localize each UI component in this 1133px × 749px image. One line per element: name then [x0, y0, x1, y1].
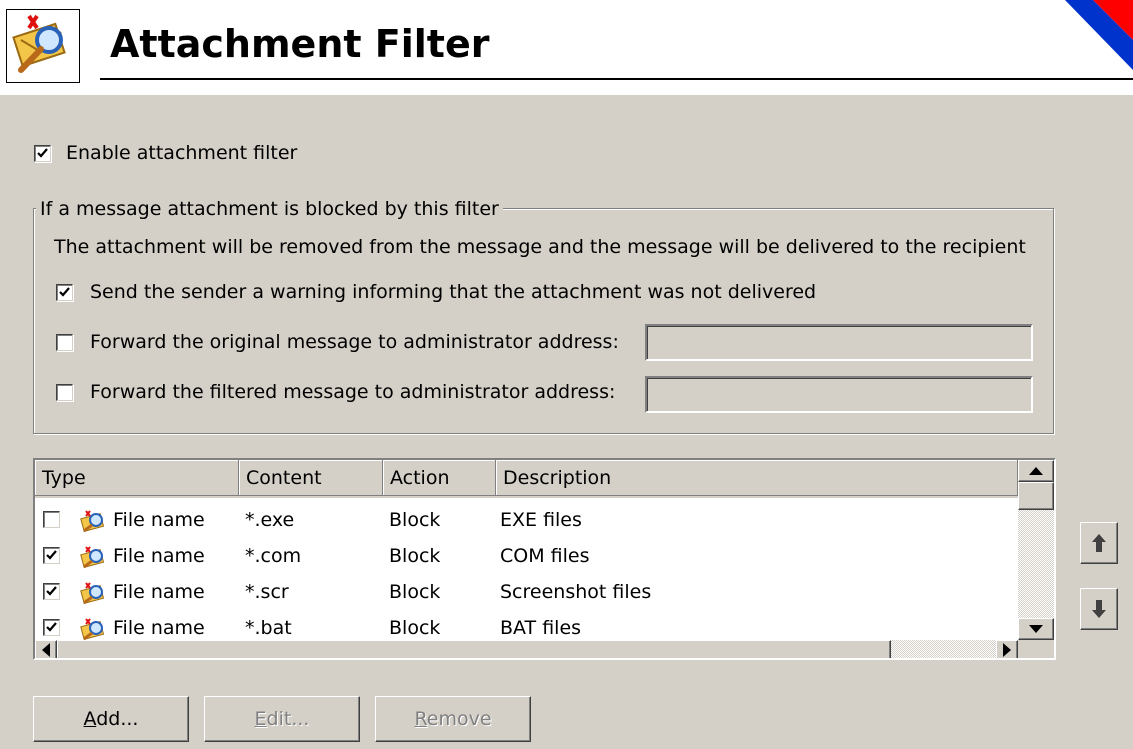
column-header-description[interactable]: Description [496, 460, 1018, 496]
row-checkbox[interactable] [43, 547, 60, 564]
forward-original-label[interactable]: Forward the original message to administ… [90, 331, 619, 353]
remove-button[interactable]: Remove [375, 696, 531, 742]
triangle-up-icon [1029, 467, 1043, 475]
table-row[interactable]: File name *.scr Block Screenshot files [35, 574, 1018, 610]
horizontal-scroll-thumb[interactable] [57, 640, 891, 658]
triangle-left-icon [42, 643, 50, 657]
table-row[interactable]: File name *.com Block COM files [35, 538, 1018, 574]
scroll-left-button[interactable] [35, 640, 57, 658]
blocked-group-legend: If a message attachment is blocked by th… [36, 198, 503, 220]
row-checkbox[interactable] [43, 619, 60, 636]
add-label: dd... [96, 708, 139, 730]
scroll-right-button[interactable] [996, 640, 1018, 658]
table-row[interactable]: File name *.exe Block EXE files [35, 502, 1018, 538]
row-action: Block [389, 581, 441, 603]
row-type: File name [113, 581, 205, 603]
forward-original-checkbox[interactable] [56, 334, 73, 351]
attachment-filter-icon [80, 510, 105, 532]
corner-flag-icon [1065, 0, 1133, 70]
triangle-down-icon [1029, 625, 1043, 633]
attachment-filter-icon [80, 546, 105, 568]
horizontal-scrollbar[interactable] [35, 640, 1018, 658]
forward-filtered-address-field[interactable] [645, 376, 1033, 413]
scroll-up-button[interactable] [1018, 460, 1054, 482]
forward-filtered-label[interactable]: Forward the filtered message to administ… [90, 381, 615, 403]
remove-label: emove [426, 708, 492, 730]
add-mnemonic: A [83, 708, 97, 730]
row-description: EXE files [500, 509, 582, 531]
row-content: *.scr [245, 581, 289, 603]
move-up-button[interactable] [1080, 522, 1118, 564]
triangle-right-icon [1003, 643, 1011, 657]
send-warning-label[interactable]: Send the sender a warning informing that… [90, 281, 816, 303]
column-header-content[interactable]: Content [239, 460, 383, 496]
scrollbar-corner [1018, 640, 1054, 658]
add-button[interactable]: Add... [33, 696, 189, 742]
arrow-down-icon [1092, 600, 1106, 618]
row-type: File name [113, 545, 205, 567]
edit-mnemonic: E [254, 708, 267, 730]
vertical-scrollbar[interactable] [1018, 460, 1054, 640]
row-description: COM files [500, 545, 590, 567]
scroll-thumb[interactable] [1018, 482, 1054, 510]
move-down-button[interactable] [1080, 588, 1118, 630]
edit-label: dit... [266, 708, 310, 730]
row-type: File name [113, 509, 205, 531]
column-header-type[interactable]: Type [35, 460, 239, 496]
filter-list[interactable]: Type Content Action Description File nam… [33, 458, 1056, 660]
enable-filter-checkbox[interactable] [34, 145, 51, 162]
edit-button[interactable]: Edit... [204, 696, 360, 742]
row-content: *.com [245, 545, 302, 567]
row-content: *.exe [245, 509, 295, 531]
forward-original-address-field[interactable] [645, 324, 1033, 361]
page-title: Attachment Filter [110, 22, 490, 66]
blocked-info-text: The attachment will be removed from the … [54, 236, 1026, 258]
row-action: Block [389, 509, 441, 531]
row-action: Block [389, 545, 441, 567]
header-banner: Attachment Filter [0, 0, 1133, 95]
scroll-down-button[interactable] [1018, 618, 1054, 640]
attachment-filter-icon [80, 618, 105, 640]
row-checkbox[interactable] [43, 583, 60, 600]
remove-mnemonic: R [414, 708, 427, 730]
header-divider [100, 78, 1133, 80]
row-checkbox[interactable] [43, 511, 60, 528]
list-header: Type Content Action Description [35, 460, 1018, 498]
attachment-filter-icon [80, 582, 105, 604]
column-header-action[interactable]: Action [383, 460, 496, 496]
enable-filter-label[interactable]: Enable attachment filter [66, 142, 297, 164]
forward-filtered-checkbox[interactable] [56, 384, 73, 401]
attachment-filter-icon [6, 9, 80, 83]
arrow-up-icon [1092, 534, 1106, 552]
send-warning-checkbox[interactable] [56, 284, 73, 301]
row-description: Screenshot files [500, 581, 652, 603]
